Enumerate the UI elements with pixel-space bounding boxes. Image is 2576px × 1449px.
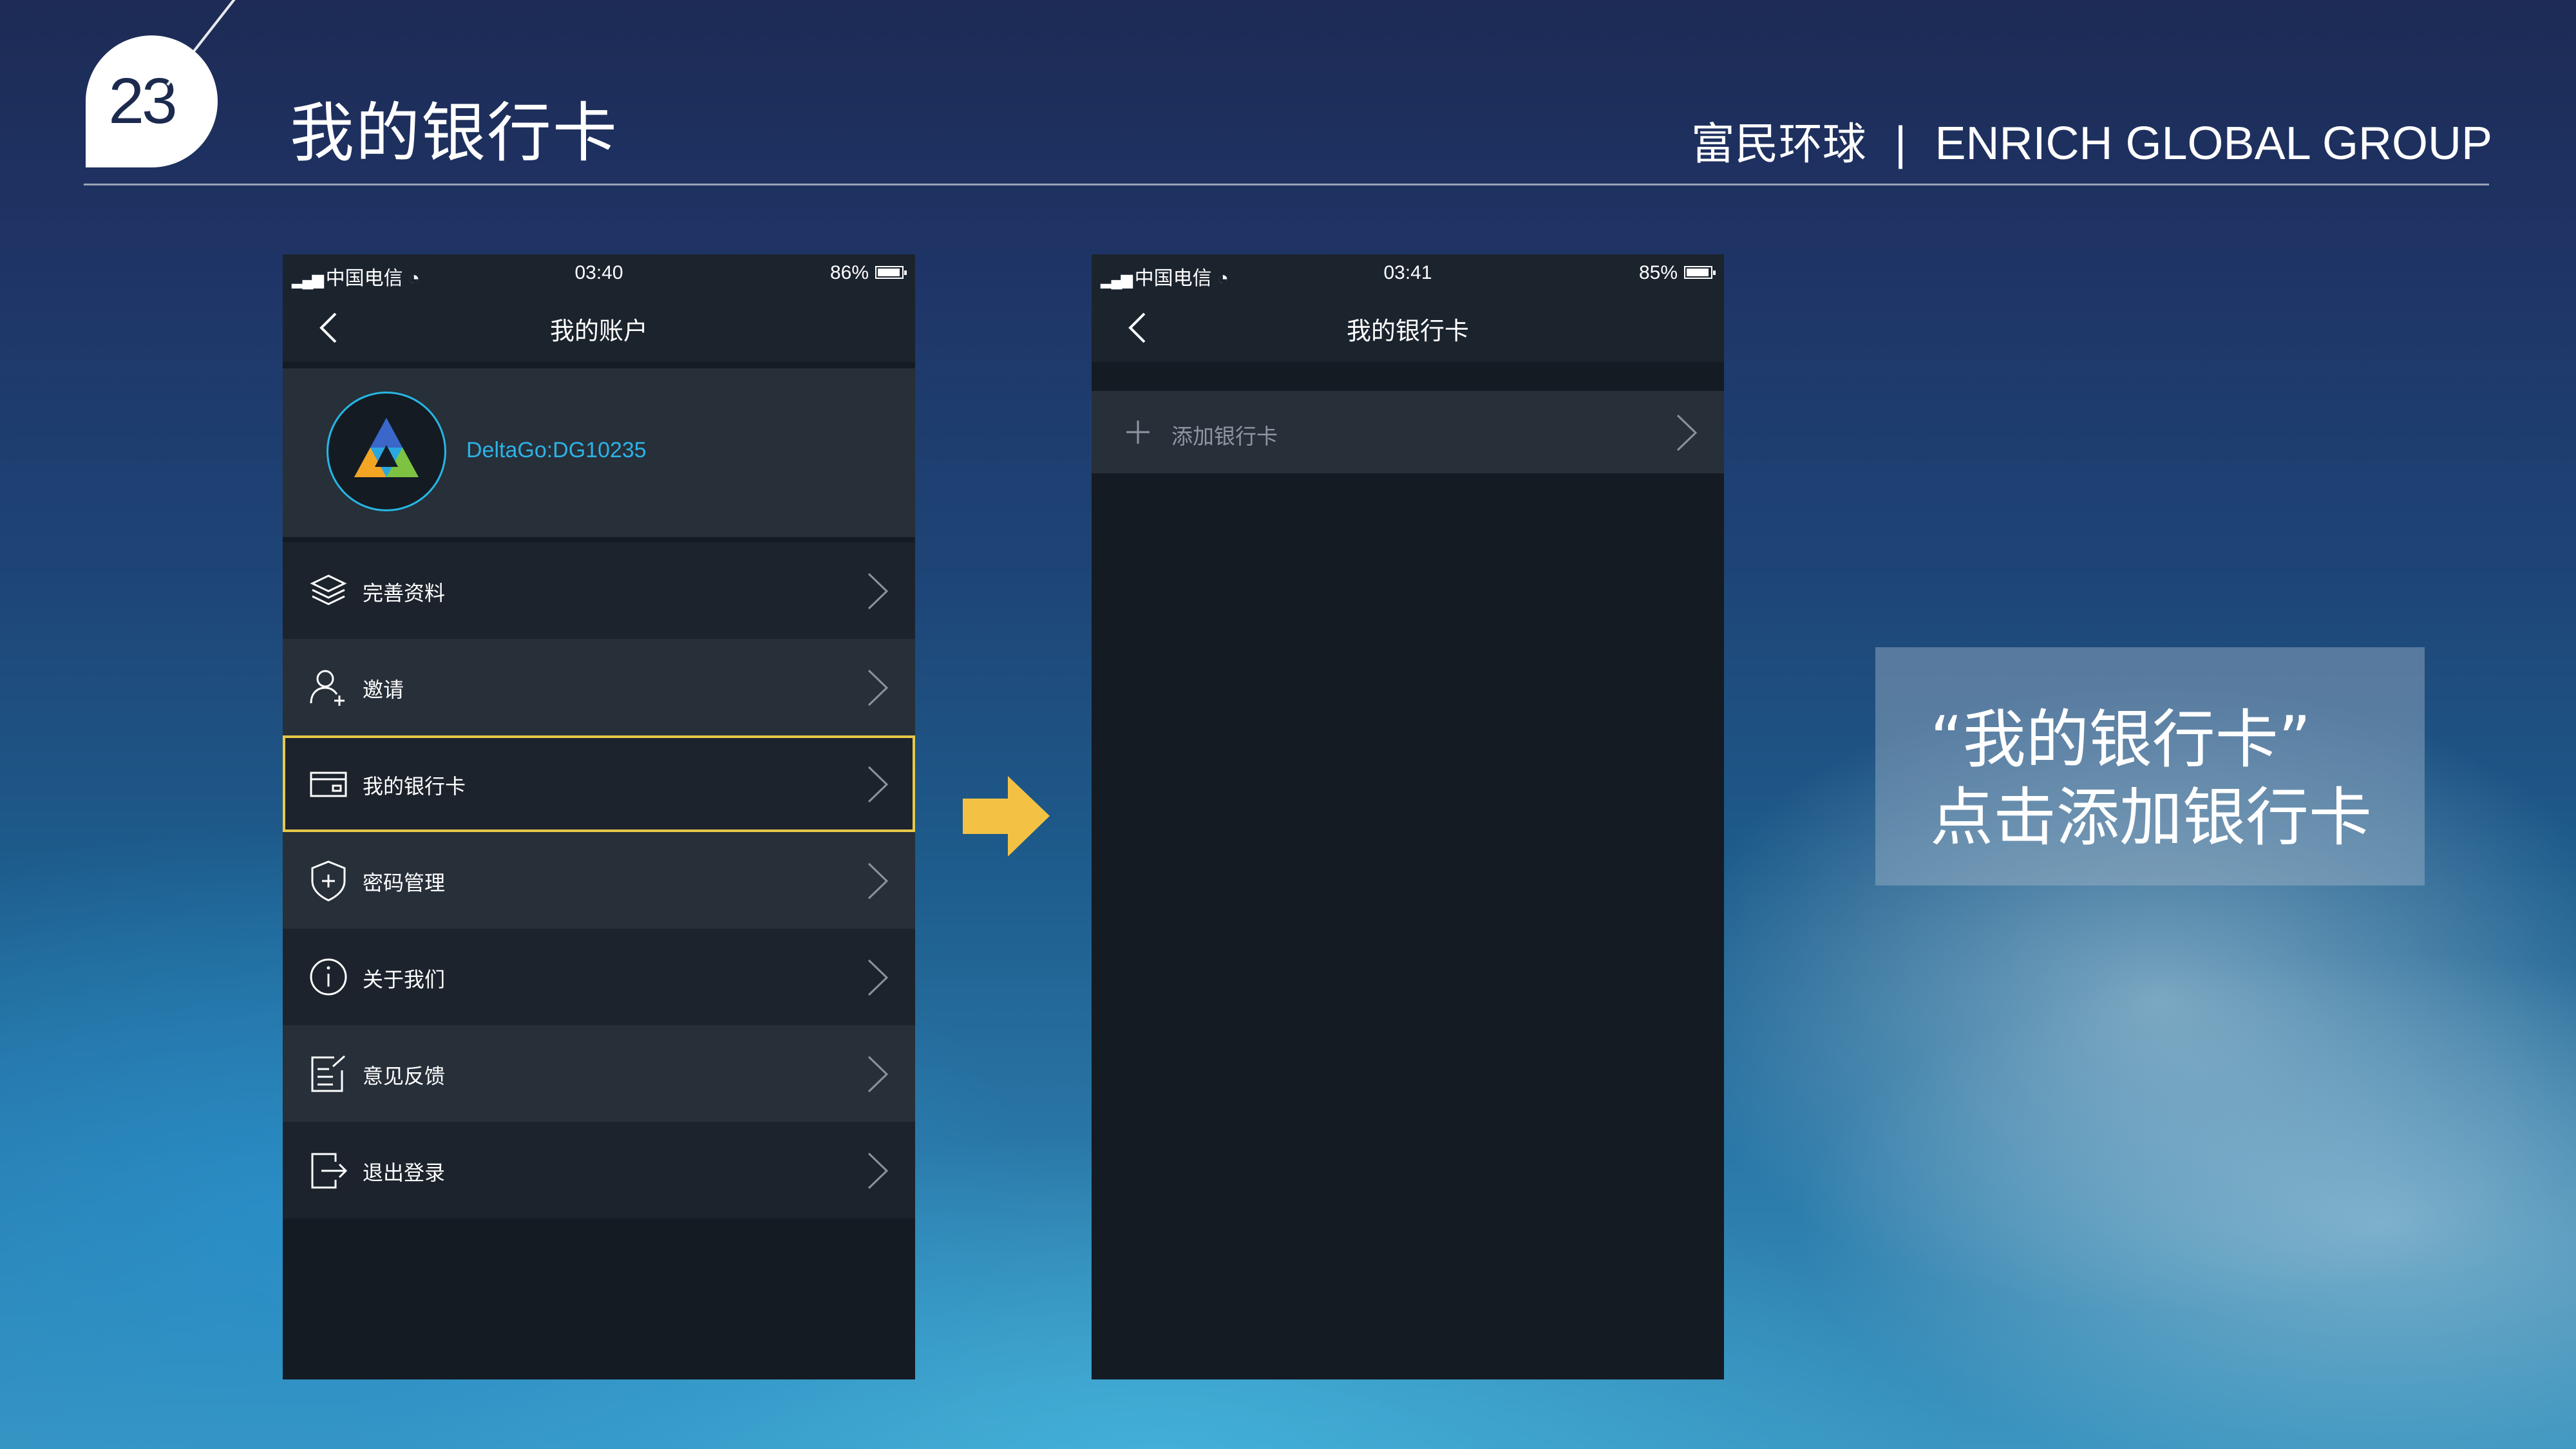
- account-menu: 完善资料 邀请 我的银行卡 密码管理 关于我们 意见反馈 退出登录: [283, 542, 915, 1218]
- menu-item-label: 邀请: [363, 677, 404, 702]
- slide-title: 我的银行卡: [290, 95, 618, 171]
- arrow-right-icon: [963, 776, 1050, 857]
- menu-item-label: 完善资料: [363, 581, 446, 605]
- info-icon: [310, 958, 347, 996]
- menu-item-invite[interactable]: 邀请: [283, 639, 915, 735]
- status-bar: ▂▄▆ 中国电信 ◔ 03:40 86%: [283, 254, 915, 293]
- menu-item-label: 我的银行卡: [363, 774, 466, 799]
- chevron-right-icon: [867, 959, 889, 996]
- status-time: 03:41: [1383, 262, 1432, 283]
- status-time: 03:40: [574, 262, 623, 283]
- nav-title: 我的账户: [549, 317, 648, 345]
- add-bank-card-button[interactable]: 添加银行卡: [1092, 391, 1724, 473]
- logout-icon: [311, 1153, 348, 1189]
- menu-item-label: 退出登录: [363, 1160, 446, 1185]
- brand-separator: |: [1894, 118, 1907, 169]
- menu-item-feedback[interactable]: 意见反馈: [283, 1025, 915, 1122]
- brand-name: 富民环球 | ENRICH GLOBAL GROUP: [1691, 108, 2492, 172]
- chevron-right-icon: [867, 573, 889, 610]
- account-id: DeltaGo:DG10235: [466, 438, 647, 462]
- feedback-edit-icon: [311, 1055, 345, 1092]
- layers-icon: [310, 574, 347, 605]
- nav-bar: 我的账户: [283, 293, 915, 362]
- add-user-icon: [310, 670, 345, 706]
- menu-item-label: 关于我们: [363, 967, 446, 992]
- chevron-right-icon: [867, 766, 889, 803]
- menu-item-password-management[interactable]: 密码管理: [283, 832, 915, 929]
- callout-line-2: 点击添加银行卡: [1930, 781, 2372, 855]
- battery-icon: [1684, 266, 1716, 279]
- menu-item-label: 意见反馈: [363, 1064, 446, 1088]
- menu-item-label: 密码管理: [363, 871, 446, 895]
- status-battery-level: 85%: [1638, 262, 1678, 283]
- chevron-right-icon: [867, 1152, 889, 1189]
- nav-title: 我的银行卡: [1346, 317, 1469, 345]
- chevron-right-icon: [867, 1056, 889, 1093]
- avatar[interactable]: [327, 392, 446, 511]
- profile-section[interactable]: DeltaGo:DG10235: [283, 368, 915, 537]
- menu-item-complete-profile[interactable]: 完善资料: [283, 542, 915, 639]
- menu-item-about-us[interactable]: 关于我们: [283, 929, 915, 1025]
- plus-icon: [1126, 421, 1150, 444]
- chevron-right-icon: [867, 669, 889, 706]
- add-bank-card-label: 添加银行卡: [1171, 424, 1278, 449]
- deltago-logo-icon: [354, 418, 419, 477]
- shield-plus-icon: [311, 860, 346, 902]
- bank-card-icon: [310, 772, 347, 797]
- instruction-callout: “我的银行卡” 点击添加银行卡: [1875, 647, 2425, 886]
- slide-header: 23 我的银行卡 富民环球 | ENRICH GLOBAL GROUP: [0, 0, 2576, 193]
- header-divider: [84, 184, 2489, 185]
- menu-item-logout[interactable]: 退出登录: [283, 1122, 915, 1218]
- page-number: 23: [108, 65, 177, 137]
- chevron-right-icon: [1676, 414, 1698, 451]
- nav-bar: 我的银行卡: [1092, 293, 1724, 362]
- brand-name-cn: 富民环球: [1690, 119, 1866, 170]
- status-bar: ▂▄▆ 中国电信 ◔ 03:41 85%: [1092, 254, 1724, 293]
- brand-name-en: ENRICH GLOBAL GROUP: [1935, 118, 2492, 169]
- phone-screen-my-account: ▂▄▆ 中国电信 ◔ 03:40 86% 我的账户 DeltaGo:DG1023…: [283, 254, 915, 1379]
- status-battery-level: 86%: [829, 262, 869, 283]
- battery-icon: [875, 266, 907, 279]
- chevron-right-icon: [867, 862, 889, 900]
- phone-screen-my-bank-card: ▂▄▆ 中国电信 ◔ 03:41 85% 我的银行卡 添加银行卡: [1092, 254, 1724, 1379]
- menu-item-my-bank-card[interactable]: 我的银行卡: [283, 735, 915, 832]
